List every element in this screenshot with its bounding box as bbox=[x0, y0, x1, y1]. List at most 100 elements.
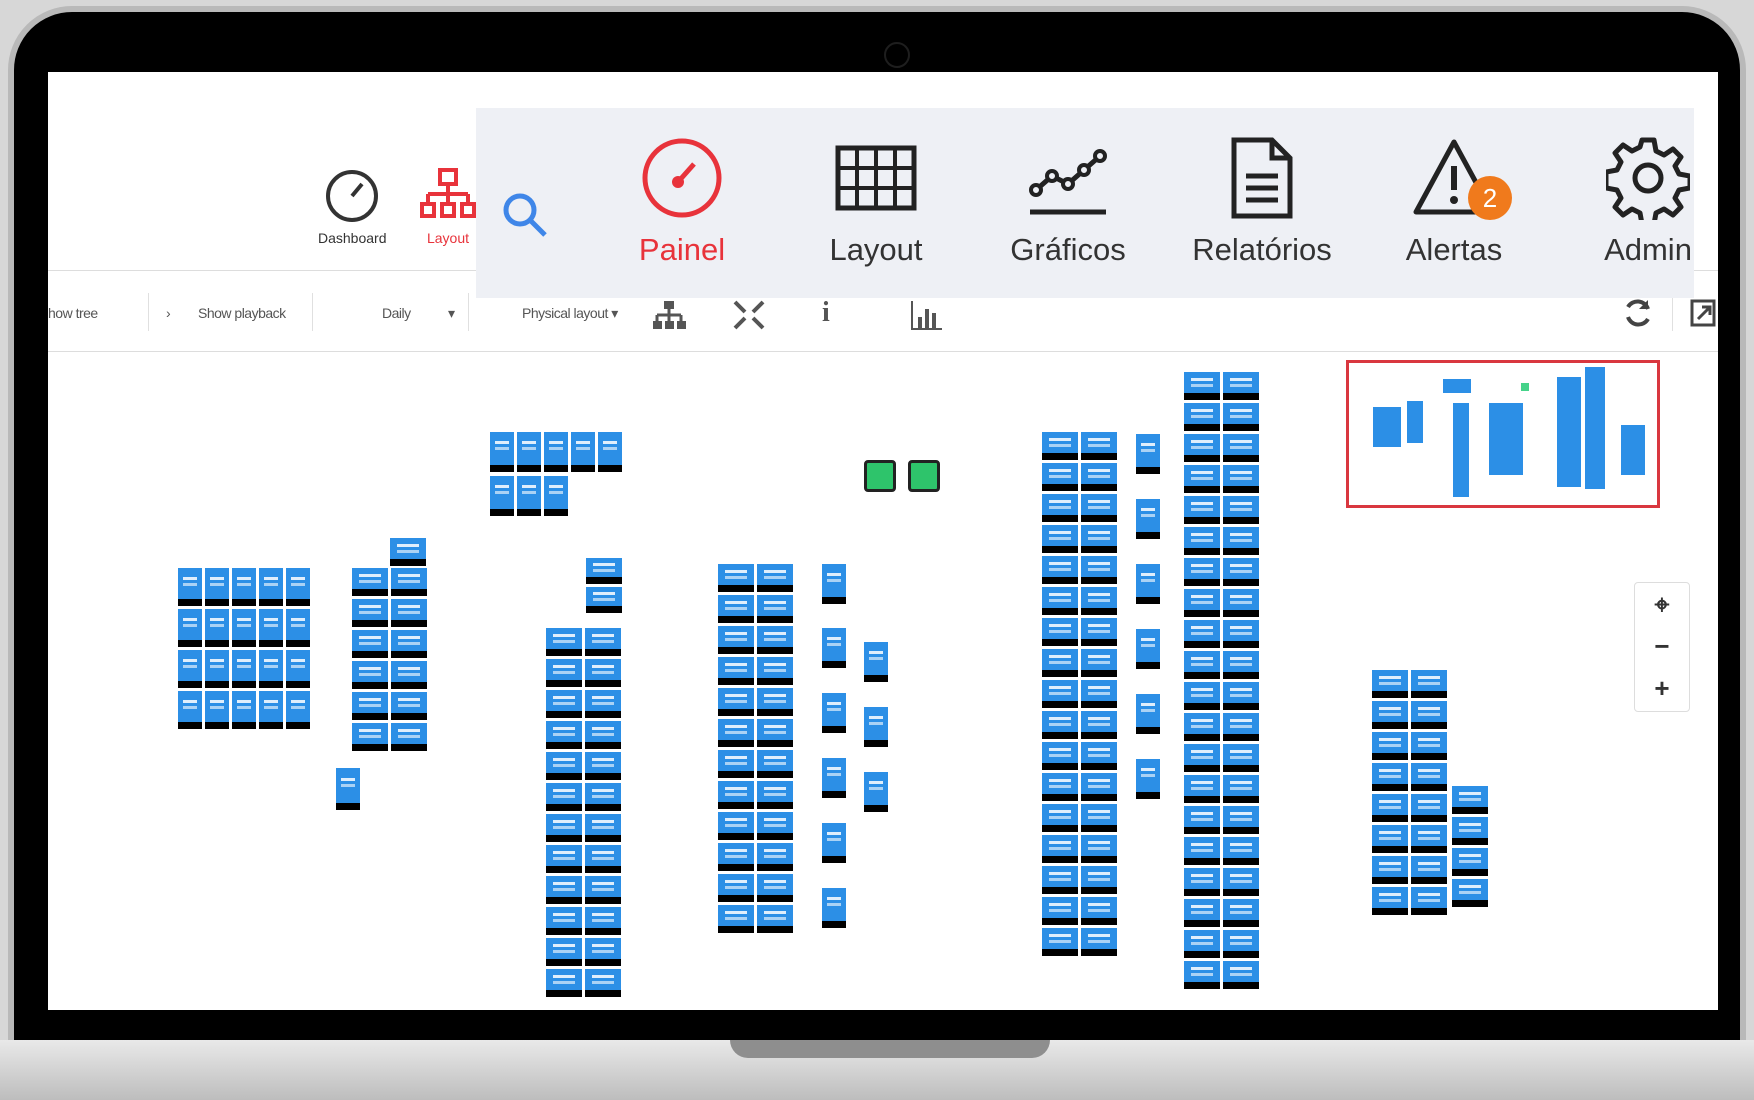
rack-tile[interactable] bbox=[1223, 527, 1259, 555]
rack-tile[interactable] bbox=[1042, 897, 1078, 925]
rack-tile[interactable] bbox=[544, 432, 568, 472]
rack-tile[interactable] bbox=[490, 432, 514, 472]
device-ok[interactable] bbox=[908, 460, 940, 492]
rack-tile[interactable] bbox=[1223, 589, 1259, 617]
rack-tile[interactable] bbox=[1081, 742, 1117, 770]
rack-tile[interactable] bbox=[259, 650, 283, 688]
rack-tile[interactable] bbox=[585, 907, 621, 935]
rack-tile[interactable] bbox=[1372, 856, 1408, 884]
rack-tile[interactable] bbox=[585, 628, 621, 656]
rack-tile[interactable] bbox=[822, 628, 846, 668]
rack-tile[interactable] bbox=[546, 752, 582, 780]
rack-tile[interactable] bbox=[1184, 806, 1220, 834]
rack-tile[interactable] bbox=[718, 719, 754, 747]
nav-dashboard[interactable]: Dashboard bbox=[318, 168, 387, 246]
rack-tile[interactable] bbox=[585, 814, 621, 842]
rack-tile[interactable] bbox=[1184, 434, 1220, 462]
menu-item-alertas[interactable]: 2 Alertas bbox=[1364, 136, 1544, 268]
rack-tile[interactable] bbox=[1081, 835, 1117, 863]
rack-tile[interactable] bbox=[598, 432, 622, 472]
rack-tile[interactable] bbox=[490, 476, 514, 516]
rack-tile[interactable] bbox=[718, 843, 754, 871]
bar-chart-icon[interactable] bbox=[910, 299, 944, 331]
rack-tile[interactable] bbox=[546, 783, 582, 811]
nav-layout[interactable]: Layout bbox=[420, 168, 476, 246]
rack-tile[interactable] bbox=[718, 688, 754, 716]
rack-tile[interactable] bbox=[1223, 775, 1259, 803]
rack-tile[interactable] bbox=[1081, 680, 1117, 708]
rack-tile[interactable] bbox=[585, 783, 621, 811]
rack-tile[interactable] bbox=[1042, 649, 1078, 677]
rack-tile[interactable] bbox=[1452, 848, 1488, 876]
rack-tile[interactable] bbox=[1184, 930, 1220, 958]
rack-tile[interactable] bbox=[352, 599, 388, 627]
rack-tile[interactable] bbox=[1223, 744, 1259, 772]
rack-tile[interactable] bbox=[1042, 835, 1078, 863]
rack-tile[interactable] bbox=[1184, 496, 1220, 524]
rack-tile[interactable] bbox=[1184, 620, 1220, 648]
rack-tile[interactable] bbox=[757, 750, 793, 778]
rack-tile[interactable] bbox=[1081, 494, 1117, 522]
rack-tile[interactable] bbox=[1042, 928, 1078, 956]
rack-tile[interactable] bbox=[1042, 773, 1078, 801]
rack-tile[interactable] bbox=[546, 907, 582, 935]
rack-tile[interactable] bbox=[1411, 856, 1447, 884]
rack-tile[interactable] bbox=[391, 692, 427, 720]
rack-tile[interactable] bbox=[757, 781, 793, 809]
rack-tile[interactable] bbox=[1223, 372, 1259, 400]
rack-tile[interactable] bbox=[1042, 680, 1078, 708]
rack-tile[interactable] bbox=[718, 812, 754, 840]
rack-tile[interactable] bbox=[286, 691, 310, 729]
rack-tile[interactable] bbox=[585, 690, 621, 718]
rack-tile[interactable] bbox=[1411, 825, 1447, 853]
rack-tile[interactable] bbox=[517, 432, 541, 472]
locate-button[interactable]: ⌖ bbox=[1635, 583, 1689, 625]
org-chart-icon[interactable] bbox=[652, 299, 686, 331]
rack-tile[interactable] bbox=[585, 876, 621, 904]
rack-tile[interactable] bbox=[1372, 763, 1408, 791]
rack-tile[interactable] bbox=[1223, 806, 1259, 834]
rack-tile[interactable] bbox=[517, 476, 541, 516]
rack-tile[interactable] bbox=[718, 750, 754, 778]
rack-tile[interactable] bbox=[585, 752, 621, 780]
menu-item-graficos[interactable]: Gráficos bbox=[978, 136, 1158, 268]
minimap[interactable] bbox=[1346, 360, 1660, 508]
rack-tile[interactable] bbox=[1411, 732, 1447, 760]
rack-tile[interactable] bbox=[391, 661, 427, 689]
rack-tile[interactable] bbox=[1223, 961, 1259, 989]
rack-tile[interactable] bbox=[546, 814, 582, 842]
rack-tile[interactable] bbox=[757, 626, 793, 654]
rack-tile[interactable] bbox=[864, 707, 888, 747]
rack-tile[interactable] bbox=[286, 650, 310, 688]
rack-tile[interactable] bbox=[1136, 434, 1160, 474]
collapse-icon[interactable] bbox=[732, 299, 766, 331]
rack-tile[interactable] bbox=[1081, 463, 1117, 491]
rack-tile[interactable] bbox=[1223, 496, 1259, 524]
rack-tile[interactable] bbox=[586, 558, 622, 584]
rack-tile[interactable] bbox=[822, 693, 846, 733]
rack-tile[interactable] bbox=[352, 723, 388, 751]
rack-tile[interactable] bbox=[585, 938, 621, 966]
rack-tile[interactable] bbox=[1184, 744, 1220, 772]
rack-tile[interactable] bbox=[1184, 465, 1220, 493]
rack-tile[interactable] bbox=[1136, 694, 1160, 734]
rack-tile[interactable] bbox=[1081, 556, 1117, 584]
rack-tile[interactable] bbox=[1081, 804, 1117, 832]
menu-item-admin[interactable]: Admin bbox=[1558, 136, 1718, 268]
rack-tile[interactable] bbox=[757, 719, 793, 747]
rack-tile[interactable] bbox=[286, 609, 310, 647]
menu-item-layout[interactable]: Layout bbox=[786, 136, 966, 268]
show-tree-toggle[interactable]: how tree bbox=[48, 305, 98, 321]
rack-tile[interactable] bbox=[1411, 670, 1447, 698]
rack-tile[interactable] bbox=[822, 564, 846, 604]
rack-tile[interactable] bbox=[259, 691, 283, 729]
rack-tile[interactable] bbox=[757, 812, 793, 840]
rack-tile[interactable] bbox=[1136, 499, 1160, 539]
rack-tile[interactable] bbox=[718, 874, 754, 902]
zoom-in-button[interactable]: + bbox=[1635, 667, 1689, 709]
rack-tile[interactable] bbox=[1223, 713, 1259, 741]
rack-tile[interactable] bbox=[757, 657, 793, 685]
rack-tile[interactable] bbox=[205, 691, 229, 729]
rack-tile[interactable] bbox=[1184, 713, 1220, 741]
rack-tile[interactable] bbox=[205, 609, 229, 647]
